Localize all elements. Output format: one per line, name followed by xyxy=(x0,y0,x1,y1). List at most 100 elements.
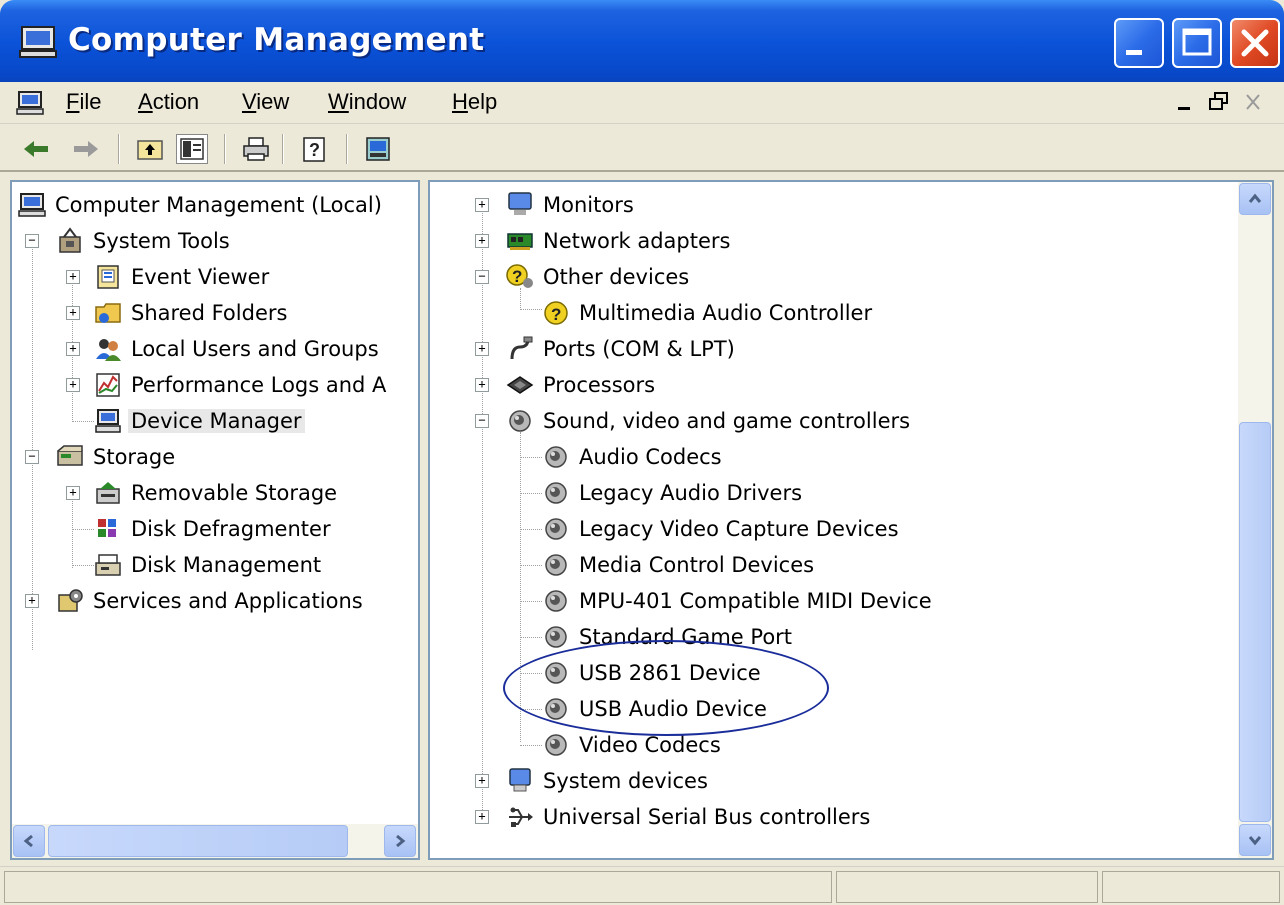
tree-item-performance-logs[interactable]: Performance Logs and A xyxy=(94,368,389,402)
menu-action[interactable]: Action xyxy=(138,89,199,115)
expand-toggle[interactable]: + xyxy=(66,342,80,356)
child-restore-button[interactable] xyxy=(1204,88,1234,116)
tree-item-label: Media Control Devices xyxy=(579,553,815,577)
expand-toggle[interactable]: + xyxy=(66,270,80,284)
expand-toggle[interactable]: + xyxy=(66,378,80,392)
menu-view-label: View xyxy=(242,89,290,114)
menu-action-label: Action xyxy=(138,89,200,114)
child-minimize-button[interactable] xyxy=(1170,88,1200,116)
performance-icon xyxy=(96,373,120,397)
expand-toggle[interactable]: + xyxy=(66,306,80,320)
scrollbar-thumb[interactable] xyxy=(1239,422,1271,822)
event-viewer-icon xyxy=(97,265,119,289)
device-category-processors[interactable]: Processors xyxy=(506,368,658,402)
expand-toggle[interactable]: + xyxy=(25,594,39,608)
minimize-button[interactable] xyxy=(1114,18,1164,68)
device-mpu-401-midi[interactable]: MPU-401 Compatible MIDI Device xyxy=(542,584,935,618)
device-legacy-audio-drivers[interactable]: Legacy Audio Drivers xyxy=(542,476,805,510)
child-close-button[interactable] xyxy=(1238,88,1268,116)
device-category-ports[interactable]: Ports (COM & LPT) xyxy=(506,332,738,366)
tree-item-removable-storage[interactable]: Removable Storage xyxy=(94,476,340,510)
expand-toggle[interactable]: + xyxy=(475,198,489,212)
back-button[interactable] xyxy=(20,134,52,164)
menu-file[interactable]: File xyxy=(66,89,101,115)
scroll-left-button[interactable] xyxy=(13,825,45,857)
tree-item-label: System devices xyxy=(543,769,708,793)
device-category-monitors[interactable]: Monitors xyxy=(506,188,637,222)
tree-item-device-manager[interactable]: Device Manager xyxy=(94,404,305,438)
scroll-up-button[interactable] xyxy=(1239,183,1271,215)
scrollbar-thumb[interactable] xyxy=(48,825,348,857)
title-bar[interactable]: Computer Management xyxy=(0,0,1284,88)
tree-item-event-viewer[interactable]: Event Viewer xyxy=(94,260,272,294)
forward-button[interactable] xyxy=(70,134,102,164)
device-category-system-devices[interactable]: System devices xyxy=(506,764,711,798)
tree-item-services-and-applications[interactable]: Services and Applications xyxy=(56,584,366,618)
tree-item-label: USB Audio Device xyxy=(579,697,767,721)
collapse-toggle[interactable]: − xyxy=(25,450,39,464)
help-button[interactable]: ? xyxy=(298,134,330,164)
properties-button[interactable] xyxy=(362,134,394,164)
scroll-down-button[interactable] xyxy=(1239,824,1271,856)
tree-item-shared-folders[interactable]: Shared Folders xyxy=(94,296,290,330)
expand-toggle[interactable]: + xyxy=(475,378,489,392)
menu-window[interactable]: Window xyxy=(328,89,406,115)
expand-toggle[interactable]: + xyxy=(475,342,489,356)
device-category-network-adapters[interactable]: Network adapters xyxy=(506,224,733,258)
computer-management-window: Computer Management File Action View Win… xyxy=(0,0,1284,905)
tree-item-storage[interactable]: Storage xyxy=(56,440,178,474)
collapse-toggle[interactable]: − xyxy=(475,414,489,428)
device-multimedia-audio-controller[interactable]: ? Multimedia Audio Controller xyxy=(542,296,875,330)
network-adapter-icon xyxy=(507,233,533,250)
tree-item-disk-defragmenter[interactable]: Disk Defragmenter xyxy=(94,512,334,546)
print-button[interactable] xyxy=(240,134,272,164)
device-legacy-video-capture[interactable]: Legacy Video Capture Devices xyxy=(542,512,902,546)
device-media-control-devices[interactable]: Media Control Devices xyxy=(542,548,817,582)
menu-accelerator: H xyxy=(452,89,468,114)
tree-item-label: Processors xyxy=(543,373,656,397)
show-hide-tree-button[interactable] xyxy=(176,134,208,164)
processor-icon xyxy=(506,376,534,394)
collapse-toggle[interactable]: − xyxy=(25,234,39,248)
device-category-usb-controllers[interactable]: Universal Serial Bus controllers xyxy=(506,800,873,834)
minimize-icon xyxy=(1178,107,1190,110)
menu-accelerator: F xyxy=(66,89,80,114)
device-standard-game-port[interactable]: Standard Game Port xyxy=(542,620,795,654)
computer-management-icon[interactable] xyxy=(16,90,44,116)
tree-item-label: Removable Storage xyxy=(131,481,338,505)
chevron-down-icon xyxy=(1248,836,1262,846)
disk-management-icon xyxy=(95,554,121,576)
expand-toggle[interactable]: + xyxy=(475,234,489,248)
expand-toggle[interactable]: + xyxy=(475,810,489,824)
up-one-level-button[interactable] xyxy=(134,134,166,164)
tree-item-label: USB 2861 Device xyxy=(579,661,761,685)
tree-item-system-tools[interactable]: System Tools xyxy=(56,224,233,258)
tree-item-label: Other devices xyxy=(543,265,690,289)
tree-item-local-users-and-groups[interactable]: Local Users and Groups xyxy=(94,332,382,366)
console-tree-pane[interactable]: Computer Management (Local) − System Too… xyxy=(10,180,420,860)
users-icon xyxy=(96,339,121,361)
device-video-codecs[interactable]: Video Codecs xyxy=(542,728,724,762)
device-usb-2861[interactable]: USB 2861 Device xyxy=(542,656,764,690)
expand-toggle[interactable]: + xyxy=(475,774,489,788)
collapse-toggle[interactable]: − xyxy=(475,270,489,284)
device-category-other-devices[interactable]: ? Other devices xyxy=(506,260,692,294)
scroll-right-button[interactable] xyxy=(384,825,416,857)
device-category-sound-video-game[interactable]: Sound, video and game controllers xyxy=(506,404,913,438)
tree-item-disk-management[interactable]: Disk Management xyxy=(94,548,324,582)
status-bar xyxy=(0,866,1284,905)
vertical-scrollbar[interactable] xyxy=(1238,182,1272,858)
tree-connector xyxy=(72,488,73,568)
device-tree-pane[interactable]: + Monitors + Network adapters − ? Other … xyxy=(428,180,1274,860)
menu-view[interactable]: View xyxy=(242,89,289,115)
maximize-button[interactable] xyxy=(1172,18,1222,68)
horizontal-scrollbar[interactable] xyxy=(12,824,418,858)
maximize-icon xyxy=(1182,28,1212,56)
device-usb-audio[interactable]: USB Audio Device xyxy=(542,692,770,726)
expand-toggle[interactable]: + xyxy=(66,486,80,500)
close-button[interactable] xyxy=(1230,18,1280,68)
menu-help[interactable]: Help xyxy=(452,89,497,115)
tree-item-computer-management[interactable]: Computer Management (Local) xyxy=(18,188,385,222)
tree-item-label: Disk Defragmenter xyxy=(131,517,331,541)
device-audio-codecs[interactable]: Audio Codecs xyxy=(542,440,725,474)
